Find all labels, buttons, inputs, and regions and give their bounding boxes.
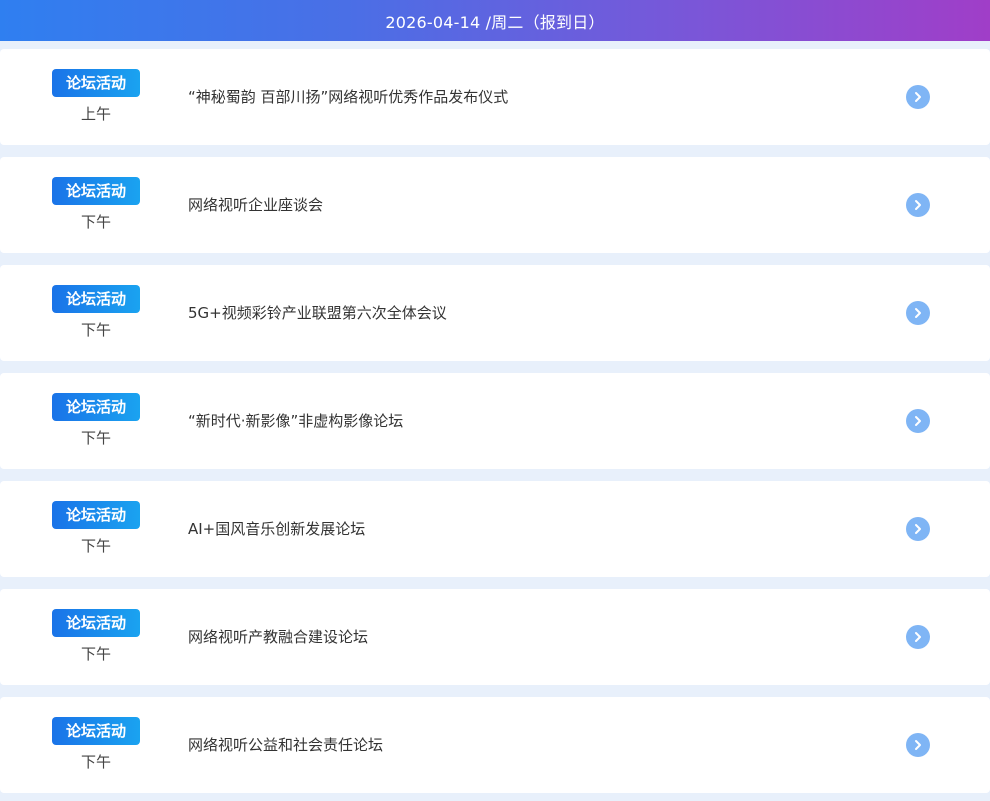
event-card[interactable]: 论坛活动 下午 AI+国风音乐创新发展论坛 xyxy=(0,481,990,577)
event-type-badge: 论坛活动 xyxy=(52,69,140,97)
date-header: 2026-04-14 /周二（报到日） xyxy=(0,0,990,41)
event-title[interactable]: 5G+视频彩铃产业联盟第六次全体会议 xyxy=(188,265,447,361)
event-title[interactable]: 网络视听产教融合建设论坛 xyxy=(188,589,368,685)
event-list: 论坛活动 上午 “神秘蜀韵 百部川扬”网络视听优秀作品发布仪式 论坛活动 下午 … xyxy=(0,41,990,793)
event-title[interactable]: 网络视听企业座谈会 xyxy=(188,157,323,253)
event-type-badge: 论坛活动 xyxy=(52,609,140,637)
event-type-badge: 论坛活动 xyxy=(52,393,140,421)
event-type-badge: 论坛活动 xyxy=(52,285,140,313)
chevron-right-circle-icon[interactable] xyxy=(906,193,930,217)
event-title[interactable]: 网络视听公益和社会责任论坛 xyxy=(188,697,383,793)
event-tag-group: 论坛活动 下午 xyxy=(52,717,140,772)
event-period: 下午 xyxy=(80,645,111,663)
event-tag-group: 论坛活动 下午 xyxy=(52,177,140,232)
event-tag-group: 论坛活动 下午 xyxy=(52,609,140,664)
event-card[interactable]: 论坛活动 下午 网络视听企业座谈会 xyxy=(0,157,990,253)
event-type-badge: 论坛活动 xyxy=(52,501,140,529)
event-tag-group: 论坛活动 下午 xyxy=(52,501,140,556)
event-card[interactable]: 论坛活动 下午 5G+视频彩铃产业联盟第六次全体会议 xyxy=(0,265,990,361)
chevron-right-circle-icon[interactable] xyxy=(906,301,930,325)
chevron-right-circle-icon[interactable] xyxy=(906,517,930,541)
event-card[interactable]: 论坛活动 下午 网络视听公益和社会责任论坛 xyxy=(0,697,990,793)
event-type-badge: 论坛活动 xyxy=(52,177,140,205)
chevron-right-circle-icon[interactable] xyxy=(906,409,930,433)
event-card[interactable]: 论坛活动 下午 “新时代·新影像”非虚构影像论坛 xyxy=(0,373,990,469)
event-tag-group: 论坛活动 上午 xyxy=(52,69,140,124)
chevron-right-circle-icon[interactable] xyxy=(906,85,930,109)
event-tag-group: 论坛活动 下午 xyxy=(52,285,140,340)
event-title[interactable]: “神秘蜀韵 百部川扬”网络视听优秀作品发布仪式 xyxy=(188,49,508,145)
event-card[interactable]: 论坛活动 上午 “神秘蜀韵 百部川扬”网络视听优秀作品发布仪式 xyxy=(0,49,990,145)
event-tag-group: 论坛活动 下午 xyxy=(52,393,140,448)
event-title[interactable]: AI+国风音乐创新发展论坛 xyxy=(188,481,365,577)
chevron-right-circle-icon[interactable] xyxy=(906,625,930,649)
event-period: 上午 xyxy=(80,105,111,123)
event-period: 下午 xyxy=(80,321,111,339)
event-card[interactable]: 论坛活动 下午 网络视听产教融合建设论坛 xyxy=(0,589,990,685)
date-title: 2026-04-14 /周二（报到日） xyxy=(385,12,605,32)
event-period: 下午 xyxy=(80,753,111,771)
chevron-right-circle-icon[interactable] xyxy=(906,733,930,757)
event-period: 下午 xyxy=(80,429,111,447)
event-title[interactable]: “新时代·新影像”非虚构影像论坛 xyxy=(188,373,403,469)
event-type-badge: 论坛活动 xyxy=(52,717,140,745)
event-period: 下午 xyxy=(80,537,111,555)
event-period: 下午 xyxy=(80,213,111,231)
